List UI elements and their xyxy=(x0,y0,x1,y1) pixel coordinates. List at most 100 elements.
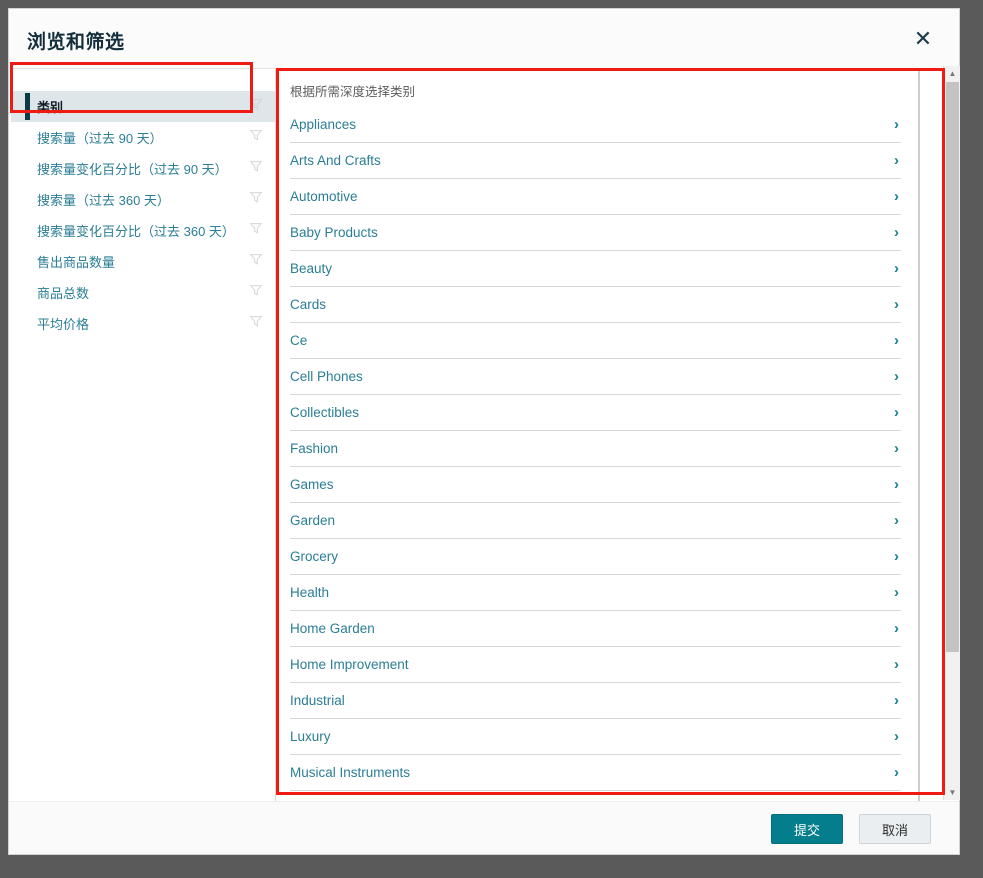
chevron-right-icon[interactable]: › xyxy=(894,333,901,348)
filter-funnel-icon xyxy=(249,99,263,110)
category-label: Collectibles xyxy=(290,405,360,420)
category-label: Cell Phones xyxy=(290,369,363,384)
page-scrollbar[interactable]: ▲ ▼ xyxy=(943,66,960,800)
category-label: Garden xyxy=(290,513,336,528)
filter-funnel-icon[interactable] xyxy=(249,283,263,302)
filter-funnel-icon[interactable] xyxy=(249,314,263,333)
category-label: Luxury xyxy=(290,729,331,744)
category-label: Cards xyxy=(290,297,327,312)
filter-funnel-icon[interactable] xyxy=(249,97,263,116)
category-label: Industrial xyxy=(290,693,345,708)
scroll-up-icon[interactable]: ▲ xyxy=(944,66,961,81)
category-label: Home Garden xyxy=(290,621,375,636)
category-row[interactable]: Health › xyxy=(290,575,901,611)
sidebar-item-7[interactable]: 平均价格 xyxy=(11,308,275,339)
category-row[interactable]: Baby Products › xyxy=(290,215,901,251)
sidebar-item-1[interactable]: 搜索量（过去 90 天） xyxy=(11,122,275,153)
category-row[interactable]: Beauty › xyxy=(290,251,901,287)
browse-and-filter-dialog: 浏览和筛选 ✕ 类别搜索量（过去 90 天） 搜索量变化百分比（过去 90 天） 搜… xyxy=(8,8,960,855)
category-list[interactable]: Appliances › Arts And Crafts › Automotive › Ba… xyxy=(280,107,919,802)
chevron-right-icon[interactable]: › xyxy=(894,261,901,276)
category-label: Arts And Crafts xyxy=(290,153,381,168)
chevron-right-icon[interactable]: › xyxy=(894,621,901,636)
filter-funnel-icon xyxy=(249,254,263,265)
chevron-right-icon[interactable]: › xyxy=(894,225,901,240)
sidebar-item-6[interactable]: 商品总数 xyxy=(11,277,275,308)
category-label: Grocery xyxy=(290,549,339,564)
category-row[interactable]: Fashion › xyxy=(290,431,901,467)
category-row[interactable]: Collectibles › xyxy=(290,395,901,431)
chevron-right-icon[interactable]: › xyxy=(894,549,901,564)
dialog-header: 浏览和筛选 ✕ xyxy=(9,9,959,69)
close-icon[interactable]: ✕ xyxy=(907,23,939,55)
category-row[interactable]: Musical Instruments › xyxy=(290,755,901,791)
category-label: Home Improvement xyxy=(290,657,409,672)
chevron-right-icon[interactable]: › xyxy=(894,585,901,600)
category-row[interactable]: Automotive › xyxy=(290,179,901,215)
sidebar-item-label: 售出商品数量 xyxy=(37,255,116,270)
sidebar-item-3[interactable]: 搜索量（过去 360 天） xyxy=(11,184,275,215)
filter-funnel-icon[interactable] xyxy=(249,159,263,178)
category-label: Ce xyxy=(290,333,308,348)
sidebar-item-label: 平均价格 xyxy=(37,317,90,332)
page-title: 浏览和筛选 xyxy=(27,32,125,53)
chevron-right-icon[interactable]: › xyxy=(894,117,901,132)
chevron-right-icon[interactable]: › xyxy=(894,765,901,780)
sidebar-item-label: 搜索量变化百分比（过去 360 天） xyxy=(37,224,235,239)
sidebar-item-label: 搜索量变化百分比（过去 90 天） xyxy=(37,162,228,177)
dialog-body: 类别搜索量（过去 90 天） 搜索量变化百分比（过去 90 天） 搜索量（过去 36… xyxy=(9,69,959,803)
filter-funnel-icon[interactable] xyxy=(249,128,263,147)
sidebar-item-5[interactable]: 售出商品数量 xyxy=(11,246,275,277)
category-row[interactable]: Ce › xyxy=(290,323,901,359)
category-label: Health xyxy=(290,585,330,600)
sidebar-item-0[interactable]: 类别 xyxy=(11,91,275,122)
chevron-right-icon[interactable]: › xyxy=(894,369,901,384)
sidebar-item-label: 类别 xyxy=(37,100,64,115)
sidebar-item-label: 搜索量（过去 360 天） xyxy=(37,193,170,208)
category-row[interactable]: Garden › xyxy=(290,503,901,539)
category-label: Fashion xyxy=(290,441,339,456)
category-row[interactable]: Luxury › xyxy=(290,719,901,755)
filter-funnel-icon[interactable] xyxy=(249,190,263,209)
filter-funnel-icon xyxy=(249,223,263,234)
category-row[interactable]: Home Improvement › xyxy=(290,647,901,683)
scrollbar-thumb[interactable] xyxy=(946,82,959,652)
cancel-button[interactable]: 取消 xyxy=(859,814,931,844)
category-row[interactable]: Industrial › xyxy=(290,683,901,719)
category-row[interactable]: Arts And Crafts › xyxy=(290,143,901,179)
chevron-right-icon[interactable]: › xyxy=(894,405,901,420)
category-row[interactable]: Cards › xyxy=(290,287,901,323)
filter-funnel-icon[interactable] xyxy=(249,221,263,240)
filter-funnel-icon xyxy=(249,316,263,327)
filter-funnel-icon xyxy=(249,130,263,141)
chevron-right-icon[interactable]: › xyxy=(894,477,901,492)
filter-funnel-icon[interactable] xyxy=(249,252,263,271)
sidebar-item-4[interactable]: 搜索量变化百分比（过去 360 天） xyxy=(11,215,275,246)
category-row[interactable]: Home Garden › xyxy=(290,611,901,647)
category-row[interactable]: Cell Phones › xyxy=(290,359,901,395)
submit-button[interactable]: 提交 xyxy=(771,814,843,844)
category-row[interactable]: Games › xyxy=(290,467,901,503)
category-label: Automotive xyxy=(290,189,358,204)
category-label: Games xyxy=(290,477,334,492)
category-label: Appliances xyxy=(290,117,357,132)
chevron-right-icon[interactable]: › xyxy=(894,297,901,312)
chevron-right-icon[interactable]: › xyxy=(894,657,901,672)
scroll-down-icon[interactable]: ▼ xyxy=(944,785,961,800)
chevron-right-icon[interactable]: › xyxy=(894,693,901,708)
category-label: Beauty xyxy=(290,261,333,276)
chevron-right-icon[interactable]: › xyxy=(894,153,901,168)
category-label: Baby Products xyxy=(290,225,378,240)
category-panel: 根据所需深度选择类别 Appliances › Arts And Crafts › Au… xyxy=(280,69,920,803)
chevron-right-icon[interactable]: › xyxy=(894,189,901,204)
filter-funnel-icon xyxy=(249,192,263,203)
chevron-right-icon[interactable]: › xyxy=(894,513,901,528)
category-row[interactable]: Appliances › xyxy=(290,107,901,143)
panel-inner-divider xyxy=(918,69,919,803)
chevron-right-icon[interactable]: › xyxy=(894,729,901,744)
dialog-footer: 提交 取消 xyxy=(9,801,959,854)
category-row[interactable]: Grocery › xyxy=(290,539,901,575)
sidebar-item-label: 商品总数 xyxy=(37,286,90,301)
sidebar-item-2[interactable]: 搜索量变化百分比（过去 90 天） xyxy=(11,153,275,184)
chevron-right-icon[interactable]: › xyxy=(894,441,901,456)
